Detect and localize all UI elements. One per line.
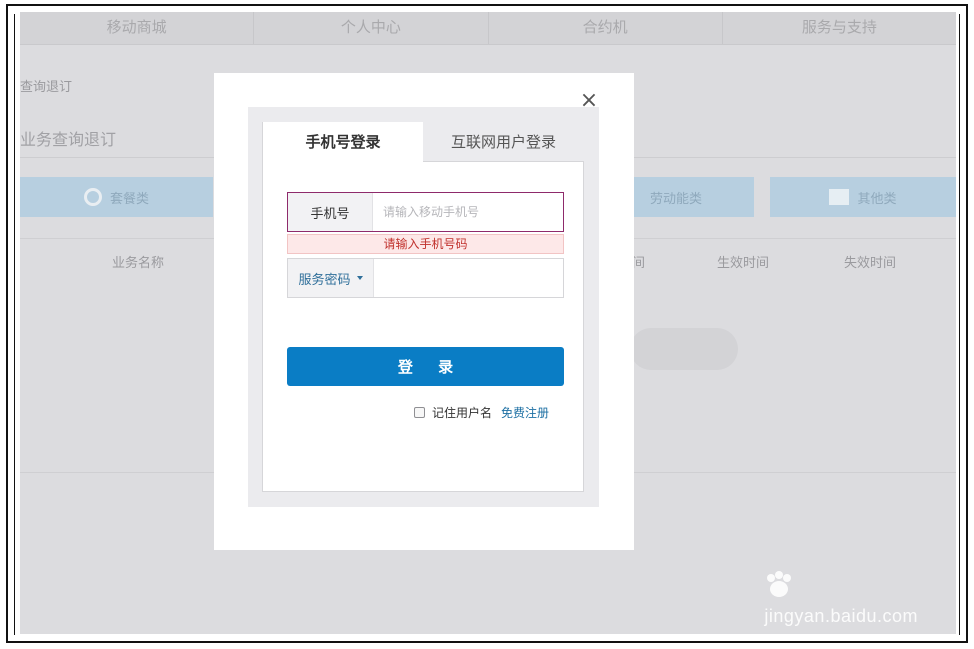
category-other[interactable]: 其他类 <box>770 177 956 217</box>
nav-item-personal[interactable]: 个人中心 <box>253 12 487 44</box>
category-package[interactable]: 套餐类 <box>20 177 213 217</box>
frame-right-inner <box>959 14 960 635</box>
password-label: 服务密码 <box>298 272 351 288</box>
password-input[interactable] <box>374 259 563 297</box>
nav-item-contract[interactable]: 合约机 <box>487 12 722 44</box>
caret-down-icon <box>356 276 363 280</box>
remember-label: 记住用户名 <box>432 406 493 420</box>
page-title: 业务查询退订 <box>20 130 117 149</box>
login-button[interactable]: 登 录 <box>287 347 564 386</box>
column-header-expiry: 失效时间 <box>844 256 897 271</box>
register-link[interactable]: 免费注册 <box>501 404 549 421</box>
top-nav: 移动商城 个人中心 合约机 服务与支持 <box>20 12 956 45</box>
package-icon <box>83 188 102 206</box>
category-label: 套餐类 <box>109 191 149 207</box>
password-field: 服务密码 <box>287 258 564 298</box>
category-label: 劳动能类 <box>649 191 702 207</box>
tab-phone-login[interactable]: 手机号登录 <box>263 122 423 162</box>
frame-top <box>6 4 968 6</box>
error-message: 请输入手机号码 <box>287 234 564 254</box>
frame-left <box>6 4 8 643</box>
column-header-effective: 生效时间 <box>717 256 770 271</box>
gift-icon <box>829 189 850 205</box>
phone-input[interactable] <box>373 193 563 231</box>
watermark-logo <box>764 565 918 604</box>
column-header-name: 业务名称 <box>112 256 165 271</box>
login-card <box>262 122 584 492</box>
frame-left-inner <box>14 14 15 635</box>
paw-icon <box>767 571 792 597</box>
phone-field: 手机号 <box>287 192 564 232</box>
frame-right <box>966 4 968 643</box>
breadcrumb: 查询退订 <box>20 80 73 95</box>
nav-item-support[interactable]: 服务与支持 <box>721 12 956 44</box>
baidu-jingyan-watermark: jingyan.baidu.com <box>764 565 918 627</box>
nav-item-mall[interactable]: 移动商城 <box>20 12 253 44</box>
phone-label: 手机号 <box>288 193 373 231</box>
remember-row: 记住用户名 免费注册 <box>414 404 549 421</box>
tab-internet-login[interactable]: 互联网用户登录 <box>423 122 584 162</box>
category-label: 其他类 <box>857 191 897 207</box>
loading-pill <box>630 328 738 370</box>
password-type-dropdown[interactable]: 服务密码 <box>288 259 374 297</box>
watermark-url: jingyan.baidu.com <box>764 606 918 626</box>
frame-bottom <box>6 641 968 643</box>
remember-checkbox[interactable] <box>414 407 425 418</box>
